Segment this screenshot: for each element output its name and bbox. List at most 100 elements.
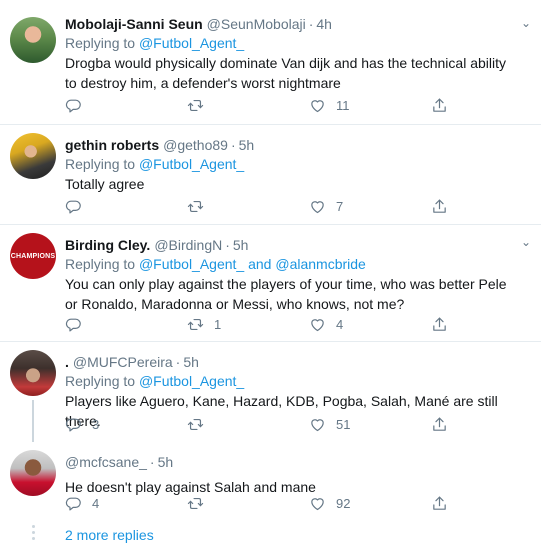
heart-icon <box>309 198 326 215</box>
retweet-button[interactable] <box>187 97 214 114</box>
replying-label: Replying to <box>65 35 136 51</box>
mention-link[interactable]: @Futbol_Agent_ <box>139 35 244 51</box>
share-button[interactable] <box>431 97 448 114</box>
avatar[interactable] <box>10 17 56 63</box>
user-handle[interactable]: @mcfcsane_ <box>65 453 147 471</box>
replying-to: Replying to @Futbol_Agent_ and @alanmcbr… <box>65 254 533 274</box>
like-count: 51 <box>336 417 351 432</box>
reply-button[interactable] <box>65 316 92 333</box>
avatar[interactable]: CHAMPIONS <box>10 233 56 279</box>
replying-to: Replying to @Futbol_Agent_ <box>65 154 533 174</box>
user-handle[interactable]: @BirdingN <box>154 236 222 254</box>
retweet-icon <box>187 316 204 333</box>
reply-icon <box>65 198 82 215</box>
reply-count: 4 <box>92 496 100 511</box>
share-icon <box>431 416 448 433</box>
tweet[interactable]: CHAMPIONS Birding Cley. @BirdingN · 5h R… <box>0 225 541 342</box>
chevron-down-icon[interactable]: ⌄ <box>521 235 531 249</box>
timestamp[interactable]: 5h <box>233 236 249 254</box>
replying-to: Replying to @Futbol_Agent_ <box>65 371 533 391</box>
tweet-text: Drogba would physically dominate Van dij… <box>65 55 506 91</box>
like-count: 92 <box>336 496 351 511</box>
display-name[interactable]: Mobolaji-Sanni Seun <box>65 15 203 33</box>
retweet-button[interactable] <box>187 198 214 215</box>
user-handle[interactable]: @SeunMobolaji <box>207 15 306 33</box>
mention-link[interactable]: @Futbol_Agent_ <box>139 156 244 172</box>
reply-button[interactable]: 4 <box>65 495 99 512</box>
tweet-text: Totally agree <box>65 176 145 192</box>
share-icon <box>431 495 448 512</box>
share-button[interactable] <box>431 198 448 215</box>
replying-label: Replying to <box>65 156 136 172</box>
reply-button[interactable]: 3 <box>65 416 99 433</box>
display-name[interactable]: Birding Cley. <box>65 236 150 254</box>
display-name[interactable]: gethin roberts <box>65 136 159 154</box>
tweet-text: He doesn't play against Salah and mane <box>65 479 316 495</box>
retweet-button[interactable] <box>187 416 214 433</box>
avatar[interactable] <box>10 133 56 179</box>
like-count: 11 <box>336 98 350 113</box>
retweet-count: 1 <box>214 317 222 332</box>
separator: · <box>230 137 236 153</box>
like-button[interactable]: 4 <box>309 316 343 333</box>
like-button[interactable]: 92 <box>309 495 350 512</box>
more-replies-link[interactable]: 2 more replies <box>65 527 154 543</box>
replying-label: Replying to <box>65 256 136 272</box>
like-button[interactable]: 51 <box>309 416 350 433</box>
retweet-icon <box>187 198 204 215</box>
thread-line <box>32 400 34 442</box>
heart-icon <box>309 416 326 433</box>
tweet[interactable]: Mobolaji-Sanni Seun @SeunMobolaji · 4h R… <box>0 0 541 125</box>
separator: · <box>175 354 181 370</box>
retweet-icon <box>187 97 204 114</box>
timestamp[interactable]: 5h <box>183 353 199 371</box>
share-icon <box>431 97 448 114</box>
like-button[interactable]: 11 <box>309 97 350 114</box>
avatar-badge-text: CHAMPIONS <box>10 252 56 260</box>
reply-icon <box>65 416 82 433</box>
share-button[interactable] <box>431 495 448 512</box>
heart-icon <box>309 495 326 512</box>
like-count: 7 <box>336 199 344 214</box>
tweet-text: You can only play against the players of… <box>65 276 507 312</box>
reply-count: 3 <box>92 417 100 432</box>
share-icon <box>431 198 448 215</box>
avatar[interactable] <box>10 450 56 496</box>
separator: · <box>308 16 314 32</box>
reply-button[interactable] <box>65 198 92 215</box>
heart-icon <box>309 97 326 114</box>
share-button[interactable] <box>431 316 448 333</box>
tweet[interactable]: gethin roberts @getho89 · 5h Replying to… <box>0 125 541 225</box>
tweet[interactable]: . @MUFCPereira · 5h Replying to @Futbol_… <box>0 342 541 442</box>
mention-link[interactable]: @Futbol_Agent_ <box>139 256 244 272</box>
separator: · <box>149 454 155 470</box>
retweet-icon <box>187 416 204 433</box>
reply-button[interactable] <box>65 97 92 114</box>
timestamp[interactable]: 5h <box>239 136 255 154</box>
mention-link[interactable]: @Futbol_Agent_ <box>139 373 244 389</box>
user-handle[interactable]: @getho89 <box>163 136 228 154</box>
like-count: 4 <box>336 317 344 332</box>
tweet[interactable]: @mcfcsane_ · 5h He doesn't play against … <box>0 442 541 559</box>
share-button[interactable] <box>431 416 448 433</box>
mention-link[interactable]: @alanmcbride <box>275 256 365 272</box>
chevron-down-icon[interactable]: ⌄ <box>521 16 531 30</box>
reply-icon <box>65 495 82 512</box>
share-icon <box>431 316 448 333</box>
retweet-button[interactable]: 1 <box>187 316 221 333</box>
timestamp[interactable]: 5h <box>158 453 174 471</box>
avatar[interactable] <box>10 350 56 396</box>
like-button[interactable]: 7 <box>309 198 343 215</box>
separator: · <box>225 237 230 253</box>
retweet-icon <box>187 495 204 512</box>
retweet-button[interactable] <box>187 495 214 512</box>
display-name[interactable]: . <box>65 353 69 371</box>
reply-icon <box>65 97 82 114</box>
replying-conjunction: and <box>248 256 272 272</box>
reply-icon <box>65 316 82 333</box>
timestamp[interactable]: 4h <box>316 15 332 33</box>
replying-label: Replying to <box>65 373 136 389</box>
user-handle[interactable]: @MUFCPereira <box>73 353 173 371</box>
heart-icon <box>309 316 326 333</box>
replying-to: Replying to @Futbol_Agent_ <box>65 33 533 53</box>
